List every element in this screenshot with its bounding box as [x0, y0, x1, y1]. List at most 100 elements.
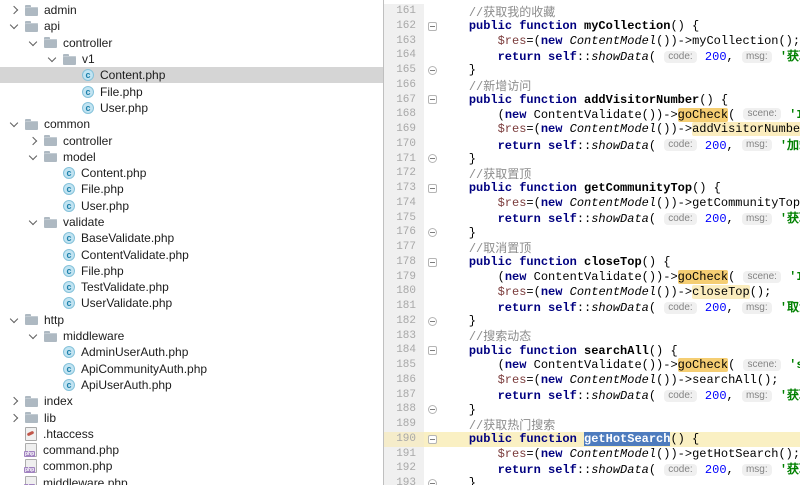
code-text[interactable]: $res=(new ContentModel())->getHotSearch(… — [440, 447, 800, 461]
code-line-170[interactable]: 170 return self::showData( code: 200, ms… — [384, 136, 800, 153]
code-line-164[interactable]: 164 return self::showData( code: 200, ms… — [384, 47, 800, 64]
tree-file-testvalidate-php[interactable]: c TestValidate.php — [0, 279, 383, 295]
code-line-182[interactable]: 182 } — [384, 313, 800, 329]
chevron-down-icon[interactable] — [46, 51, 63, 67]
code-line-191[interactable]: 191 $res=(new ContentModel())->getHotSea… — [384, 446, 800, 462]
code-line-172[interactable]: 172 //获取置顶 — [384, 165, 800, 182]
code-text[interactable]: public function addVisitorNumber() { — [440, 93, 800, 107]
code-text[interactable]: $res=(new ContentModel())->searchAll(); — [440, 373, 800, 387]
code-line-179[interactable]: 179 (new ContentValidate())->goCheck( sc… — [384, 269, 800, 285]
tree-file-content-php[interactable]: c Content.php — [0, 67, 383, 84]
code-line-177[interactable]: 177 //取消置顶 — [384, 239, 800, 256]
tree-file-basevalidate-php[interactable]: c BaseValidate.php — [0, 230, 383, 246]
code-line-162[interactable]: 162 public function myCollection() { — [384, 18, 800, 34]
tree-file-file-php[interactable]: c File.php — [0, 181, 383, 197]
code-line-183[interactable]: 183 //搜索动态 — [384, 327, 800, 344]
tree-folder-lib[interactable]: lib — [0, 409, 383, 425]
code-line-165[interactable]: 165 } — [384, 63, 800, 78]
code-line-176[interactable]: 176 } — [384, 225, 800, 240]
fold-marker-icon[interactable] — [424, 255, 440, 270]
tree-folder-v1[interactable]: v1 — [0, 51, 383, 67]
chevron-down-icon[interactable] — [27, 328, 44, 344]
tree-folder-http[interactable]: http — [0, 312, 383, 328]
tree-file-user-php[interactable]: c User.php — [0, 100, 383, 116]
fold-marker-icon[interactable] — [424, 314, 440, 329]
tree-file-file-php[interactable]: c File.php — [0, 83, 383, 99]
code-line-163[interactable]: 163 $res=(new ContentModel())->myCollect… — [384, 33, 800, 49]
fold-marker-icon[interactable] — [424, 181, 440, 196]
tree-file--htaccess[interactable]: .htaccess — [0, 426, 383, 442]
code-line-187[interactable]: 187 return self::showData( code: 200, ms… — [384, 386, 800, 403]
code-line-193[interactable]: 193 } — [384, 476, 800, 485]
chevron-right-icon[interactable] — [8, 2, 25, 18]
tree-file-adminuserauth-php[interactable]: c AdminUserAuth.php — [0, 344, 383, 360]
fold-marker-icon[interactable] — [424, 225, 440, 240]
code-text[interactable]: return self::showData( code: 200, msg: '… — [440, 47, 800, 64]
code-line-168[interactable]: 168 (new ContentValidate())->goCheck( sc… — [384, 107, 800, 122]
tree-file-content-php[interactable]: c Content.php — [0, 165, 383, 181]
tree-file-uservalidate-php[interactable]: c UserValidate.php — [0, 295, 383, 311]
tree-folder-middleware[interactable]: middleware — [0, 328, 383, 344]
fold-marker-icon[interactable] — [424, 402, 440, 417]
code-text[interactable]: } — [440, 403, 800, 417]
tree-folder-common[interactable]: common — [0, 116, 383, 132]
code-editor-panel[interactable]: 161 //获取我的收藏 162 public function myCollec… — [383, 0, 800, 485]
tree-file-user-php[interactable]: c User.php — [0, 198, 383, 214]
chevron-down-icon[interactable] — [8, 18, 25, 34]
fold-marker-icon[interactable] — [424, 432, 440, 447]
code-line-188[interactable]: 188 } — [384, 402, 800, 417]
chevron-right-icon[interactable] — [8, 409, 25, 425]
code-text[interactable]: } — [440, 152, 800, 166]
code-text[interactable]: public function closeTop() { — [440, 255, 800, 269]
code-text[interactable]: } — [440, 314, 800, 328]
code-line-166[interactable]: 166 //新增访问 — [384, 77, 800, 94]
tree-folder-validate[interactable]: validate — [0, 214, 383, 230]
code-line-185[interactable]: 185 (new ContentValidate())->goCheck( sc… — [384, 358, 800, 373]
project-tree-panel[interactable]: admin api controller v1 c Content.php c File.ph… — [0, 0, 383, 485]
chevron-right-icon[interactable] — [8, 393, 25, 409]
tree-file-file-php[interactable]: c File.php — [0, 263, 383, 279]
code-text[interactable]: return self::showData( code: 200, msg: '… — [440, 298, 800, 315]
code-text[interactable]: (new ContentValidate())->goCheck( scene:… — [440, 358, 800, 373]
code-text[interactable]: //获取置顶 — [440, 165, 800, 182]
fold-marker-icon[interactable] — [424, 63, 440, 78]
code-text[interactable]: return self::showData( code: 200, msg: '… — [440, 386, 800, 403]
code-text[interactable]: public function searchAll() { — [440, 344, 800, 358]
code-text[interactable]: //新增访问 — [440, 77, 800, 94]
tree-folder-controller[interactable]: controller — [0, 132, 383, 148]
code-text[interactable]: $res=(new ContentModel())->addVisitorNum… — [440, 122, 800, 137]
code-text[interactable]: } — [440, 226, 800, 240]
code-text[interactable]: return self::showData( code: 200, msg: '… — [440, 136, 800, 153]
tree-file-common-php[interactable]: common.php — [0, 458, 383, 474]
code-line-169[interactable]: 169 $res=(new ContentModel())->addVisito… — [384, 122, 800, 137]
tree-folder-index[interactable]: index — [0, 393, 383, 409]
tree-file-apiuserauth-php[interactable]: c ApiUserAuth.php — [0, 377, 383, 393]
tree-folder-controller[interactable]: controller — [0, 35, 383, 51]
code-text[interactable]: return self::showData( code: 200, msg: '… — [440, 460, 800, 477]
code-text[interactable]: //搜索动态 — [440, 327, 800, 344]
tree-folder-api[interactable]: api — [0, 18, 383, 34]
fold-marker-icon[interactable] — [424, 476, 440, 485]
code-text[interactable]: } — [440, 63, 800, 77]
chevron-down-icon[interactable] — [27, 214, 44, 230]
code-line-186[interactable]: 186 $res=(new ContentModel())->searchAll… — [384, 372, 800, 388]
code-line-190[interactable]: 190 public function getHotSearch() { — [384, 431, 800, 447]
code-text[interactable]: return self::showData( code: 200, msg: '… — [440, 209, 800, 226]
tree-file-apicommunityauth-php[interactable]: c ApiCommunityAuth.php — [0, 361, 383, 377]
code-text[interactable]: //取消置顶 — [440, 239, 800, 256]
chevron-down-icon[interactable] — [8, 312, 25, 328]
code-line-174[interactable]: 174 $res=(new ContentModel())->getCommun… — [384, 195, 800, 211]
code-text[interactable]: (new ContentValidate())->goCheck( scene:… — [440, 107, 800, 122]
code-text[interactable]: public function myCollection() { — [440, 19, 800, 33]
fold-marker-icon[interactable] — [424, 93, 440, 108]
code-line-181[interactable]: 181 return self::showData( code: 200, ms… — [384, 298, 800, 315]
code-text[interactable]: public function getHotSearch() { — [440, 432, 800, 447]
fold-marker-icon[interactable] — [424, 19, 440, 34]
code-text[interactable]: } — [440, 476, 800, 485]
code-line-178[interactable]: 178 public function closeTop() { — [384, 254, 800, 270]
tree-folder-model[interactable]: model — [0, 149, 383, 165]
code-line-161[interactable]: 161 //获取我的收藏 — [384, 4, 800, 20]
chevron-right-icon[interactable] — [27, 132, 44, 148]
code-text[interactable]: $res=(new ContentModel())->getCommunityT… — [440, 196, 800, 210]
fold-marker-icon[interactable] — [424, 343, 440, 358]
